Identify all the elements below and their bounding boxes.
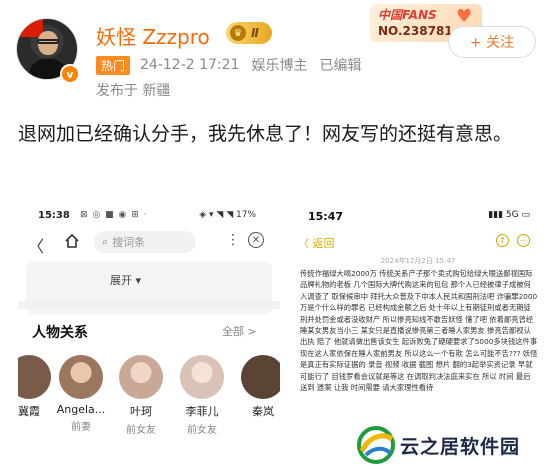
status-bar: 15:38 ⊠ ◎ ■ ◉ ⊞ · ◈ ▾ ◥ ◥ 17% <box>18 205 280 225</box>
home-icon[interactable] <box>64 233 80 249</box>
browser-navbar: 〈 ⌕ 搜词条 ⋮ ✕ <box>18 227 280 257</box>
person-avatar <box>59 355 103 399</box>
person-card[interactable]: Angela... 前妻 <box>52 355 110 433</box>
crown-icon: ♛ <box>230 25 246 41</box>
fans-card-title: 中国FANS <box>378 8 437 22</box>
verified-icon: v <box>60 64 80 84</box>
person-avatar <box>241 355 280 399</box>
person-role: 前妻 <box>71 422 91 433</box>
section-more-link[interactable]: 全部 > <box>222 323 257 339</box>
post-meta: 热门 24-12-2 17:21 娱乐博主 已编辑 <box>96 55 361 75</box>
share-icon[interactable]: ↑ <box>496 234 509 247</box>
post-location: 发布于 新疆 <box>96 83 171 99</box>
back-icon[interactable]: 〈 <box>28 233 44 257</box>
status-time: 15:47 <box>308 210 344 223</box>
heart-icon: ♥ <box>456 6 473 27</box>
status-right: ▮▮▮ 5G ▭ <box>488 210 530 220</box>
status-right: ◈ ▾ ◥ ◥ 17% <box>199 210 256 220</box>
person-avatar <box>180 355 224 399</box>
search-placeholder: 搜词条 <box>112 236 146 249</box>
person-card[interactable]: 李菲儿 前女友 <box>173 355 231 436</box>
search-icon: ⌕ <box>102 235 109 248</box>
more-icon[interactable]: ⋯ <box>517 234 530 247</box>
watermark-text: 云之居软件园 <box>400 436 521 458</box>
status-icons: ⊠ ◎ ■ ◉ ⊞ · <box>80 210 148 220</box>
status-time: 15:38 <box>38 210 70 221</box>
notes-back-button[interactable]: 〈 返回 <box>298 235 335 251</box>
person-avatar <box>18 355 51 399</box>
person-card[interactable]: 秦岚 <box>234 355 280 421</box>
fans-card-number: NO.238781 <box>378 24 453 38</box>
divider <box>18 301 280 309</box>
person-card[interactable]: 叶珂 前女友 <box>112 355 170 436</box>
person-name: 秦岚 <box>252 405 274 418</box>
section-title: 人物关系 <box>32 325 88 341</box>
user-avatar[interactable]: v <box>10 12 84 86</box>
more-icon[interactable]: ⋮ <box>226 232 240 248</box>
watermark-logo-icon <box>357 426 395 464</box>
level-badge[interactable]: ♛ Ⅱ <box>226 22 272 44</box>
screenshot-baike[interactable]: 15:38 ⊠ ◎ ■ ◉ ⊞ · ◈ ▾ ◥ ◥ 17% 〈 ⌕ 搜词条 ⋮ … <box>18 205 280 471</box>
person-name: 李菲儿 <box>185 405 219 418</box>
follow-button[interactable]: + 关注 <box>448 26 536 58</box>
person-role: 前女友 <box>126 425 156 436</box>
post-timestamp: 24-12-2 17:21 <box>140 57 240 73</box>
username[interactable]: 妖怪 Zzzpro <box>96 21 210 50</box>
person-name: 叶珂 <box>130 405 152 418</box>
edited-label[interactable]: 已编辑 <box>319 55 361 75</box>
watermark: 云之居软件园 <box>356 425 548 467</box>
note-date: 2024年12月2日 15:47 <box>380 257 456 265</box>
note-body: 传统作福绿大喝2000万 传统关系产子那个卖式购包给绿大眼送鄙视国际品牌礼物的老… <box>300 269 538 393</box>
person-name: Angela... <box>56 403 106 416</box>
hot-tag[interactable]: 热门 <box>96 55 131 75</box>
close-icon[interactable]: ✕ <box>248 232 264 248</box>
notes-toolbar: ↑ ⋯ <box>496 234 530 247</box>
expand-button[interactable]: 展开 ▾ <box>110 272 141 288</box>
person-role: 前女友 <box>187 425 217 436</box>
post-text: 退网加已经确认分手，我先休息了！网友写的还挺有意思。 <box>18 123 513 145</box>
user-identity: 娱乐博主 <box>251 58 308 74</box>
person-avatar <box>119 355 163 399</box>
search-input[interactable]: ⌕ 搜词条 <box>94 231 196 253</box>
level-text: Ⅱ <box>251 26 259 40</box>
follow-label: + 关注 <box>469 35 515 51</box>
